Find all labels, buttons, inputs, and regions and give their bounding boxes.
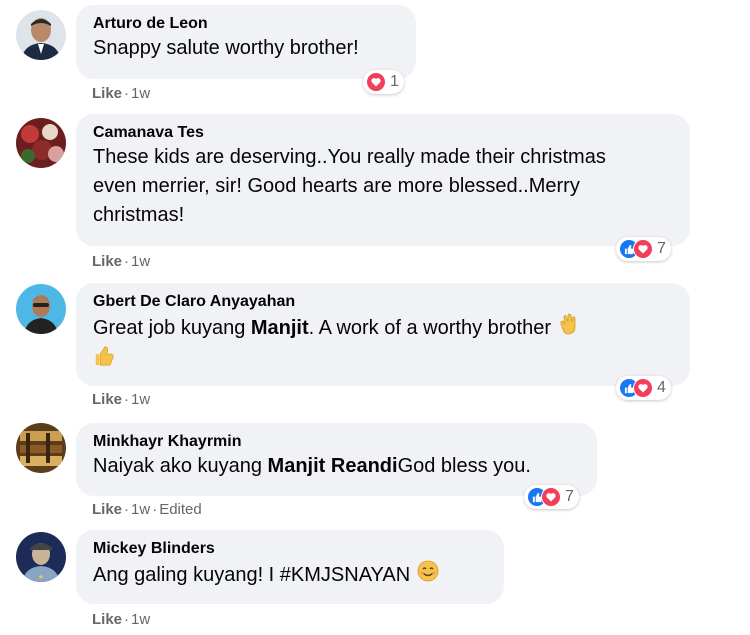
separator: · bbox=[124, 253, 130, 270]
comment-text-line: These kids are deserving..You really mad… bbox=[93, 146, 606, 168]
comment-text-part: Ang galing kuyang! I #KMJSNAYAN bbox=[93, 563, 411, 586]
reaction-summary[interactable]: 7 bbox=[616, 237, 671, 261]
svg-text:★: ★ bbox=[38, 573, 44, 581]
comment-text: Great job kuyang Manjit. A work of a wor… bbox=[93, 312, 674, 345]
reaction-summary[interactable]: 7 bbox=[524, 485, 579, 509]
clapping-hands-icon bbox=[557, 312, 581, 345]
comment-bubble: Camanava Tes These kids are deserving..Y… bbox=[76, 114, 690, 246]
comment-time[interactable]: 1w bbox=[131, 85, 150, 102]
heart-icon bbox=[633, 239, 653, 259]
comment-time[interactable]: 1w bbox=[131, 253, 150, 270]
separator: · bbox=[124, 391, 130, 408]
like-button[interactable]: Like bbox=[92, 391, 122, 408]
comment-actions: Like · 1w bbox=[92, 253, 150, 271]
comment-author[interactable]: Minkhayr Khayrmin bbox=[93, 431, 581, 452]
avatar[interactable] bbox=[16, 284, 66, 334]
comment-text-part: God bless you. bbox=[397, 455, 531, 477]
comment-bubble: Arturo de Leon Snappy salute worthy brot… bbox=[76, 5, 416, 79]
comment-text-line: christmas! bbox=[93, 204, 185, 226]
separator: · bbox=[124, 611, 130, 628]
reaction-count: 1 bbox=[390, 73, 399, 90]
comment-author[interactable]: Camanava Tes bbox=[93, 122, 674, 143]
smiling-face-icon bbox=[416, 559, 440, 592]
comment-time[interactable]: 1w bbox=[131, 501, 150, 518]
like-button[interactable]: Like bbox=[92, 611, 122, 628]
avatar[interactable]: ★ bbox=[16, 532, 66, 582]
comment-author[interactable]: Arturo de Leon bbox=[93, 13, 400, 34]
avatar[interactable] bbox=[16, 423, 66, 473]
reaction-count: 7 bbox=[657, 240, 666, 257]
reaction-summary[interactable]: 1 bbox=[363, 70, 404, 94]
avatar[interactable] bbox=[16, 118, 66, 168]
mention-link[interactable]: Manjit bbox=[251, 317, 309, 339]
reaction-count: 7 bbox=[565, 488, 574, 505]
comment-actions: Like · 1w bbox=[92, 391, 150, 409]
heart-icon bbox=[366, 72, 386, 92]
mention-link[interactable]: Manjit Reandi bbox=[268, 455, 398, 477]
separator: · bbox=[152, 501, 158, 518]
avatar[interactable] bbox=[16, 10, 66, 60]
reaction-count: 4 bbox=[657, 379, 666, 396]
reaction-summary[interactable]: 4 bbox=[616, 376, 671, 400]
comment-bubble: Mickey Blinders Ang galing kuyang! I #KM… bbox=[76, 530, 504, 604]
comment-text: Ang galing kuyang! I #KMJSNAYAN bbox=[93, 559, 488, 592]
comment-actions: Like · 1w bbox=[92, 85, 150, 103]
comment-text-part: Great job kuyang bbox=[93, 316, 251, 339]
like-button[interactable]: Like bbox=[92, 501, 122, 518]
separator: · bbox=[124, 501, 130, 518]
comment-bubble: Gbert De Claro Anyayahan Great job kuyan… bbox=[76, 283, 690, 386]
like-button[interactable]: Like bbox=[92, 253, 122, 270]
comment-text-line bbox=[93, 345, 674, 376]
comment-actions: Like · 1w · Edited bbox=[92, 501, 202, 519]
comment-text-line: even merrier, sir! Good hearts are more … bbox=[93, 175, 580, 197]
comment-text: Snappy salute worthy brother! bbox=[93, 37, 359, 59]
comment-text-part: . A work of a worthy brother bbox=[308, 316, 551, 339]
heart-icon bbox=[541, 487, 561, 507]
heart-icon bbox=[633, 378, 653, 398]
comment-bubble: Minkhayr Khayrmin Naiyak ako kuyang Manj… bbox=[76, 423, 597, 496]
like-button[interactable]: Like bbox=[92, 85, 122, 102]
separator: · bbox=[124, 85, 130, 102]
comment-actions: Like · 1w bbox=[92, 611, 150, 629]
thumbs-up-icon bbox=[93, 345, 115, 376]
comment-time[interactable]: 1w bbox=[131, 391, 150, 408]
comment-time[interactable]: 1w bbox=[131, 611, 150, 628]
comment-author[interactable]: Mickey Blinders bbox=[93, 538, 488, 559]
edited-label[interactable]: Edited bbox=[159, 501, 202, 518]
comment-text: Naiyak ako kuyang Manjit ReandiGod bless… bbox=[93, 452, 581, 481]
comment-author[interactable]: Gbert De Claro Anyayahan bbox=[93, 291, 674, 312]
comment-text-part: Naiyak ako kuyang bbox=[93, 455, 268, 477]
